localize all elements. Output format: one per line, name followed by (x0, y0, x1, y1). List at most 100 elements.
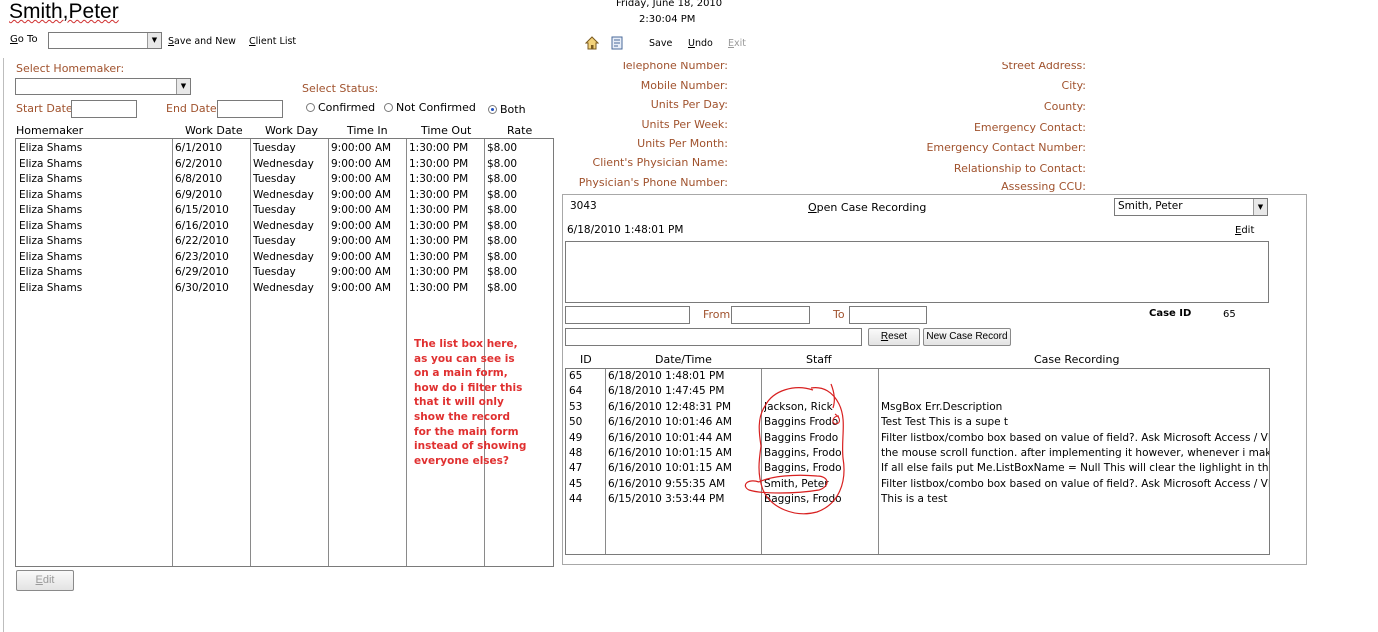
list-item[interactable]: 53 6/16/2010 12:48:31 PM Jackson, Rick MsgB… (566, 400, 1269, 416)
chevron-down-icon[interactable]: ▼ (1253, 199, 1267, 215)
physician-name-label: Client's Physician Name: (592, 156, 728, 169)
table-cell: $8.00 (487, 281, 518, 294)
start-date-field[interactable] (71, 100, 137, 118)
case-recording-listbox[interactable]: 65 6/18/2010 1:48:01 PM 64 6/18/2010 1:47:4… (565, 368, 1270, 555)
emergency-contact-label: Emergency Contact: (973, 121, 1086, 134)
exit-button[interactable]: Exit (728, 38, 746, 49)
list-item[interactable]: 48 6/16/2010 10:01:15 AM Baggins, Frodo the… (566, 446, 1269, 462)
table-row[interactable]: Eliza Shams 6/23/2010 Wednesday 9:00:00 AM 1… (16, 250, 553, 266)
table-cell: 6/15/2010 (175, 204, 229, 216)
reset-button[interactable]: Reset (868, 328, 920, 346)
table-cell: 6/2/2010 (175, 157, 223, 170)
search-text-field[interactable] (565, 306, 690, 324)
case-id-value: 65 (1223, 309, 1236, 320)
table-cell: Wednesday (253, 250, 314, 263)
table-cell: 1:30:00 PM (409, 281, 469, 294)
staff-combo-value: Smith, Peter (1118, 200, 1183, 212)
table-cell: $8.00 (487, 266, 518, 278)
col-header-homemaker: Homemaker (16, 124, 84, 137)
table-cell: 1:30:00 PM (409, 157, 469, 170)
edit-case-button[interactable]: Edit (1235, 225, 1254, 236)
table-cell: 6/16/2010 (175, 219, 229, 232)
list-item[interactable]: 49 6/16/2010 10:01:44 AM Baggins Frodo Filt… (566, 431, 1269, 447)
table-cell: $8.00 (487, 157, 518, 170)
table-cell: 9:00:00 AM (331, 281, 392, 294)
status-both-label: Both (500, 103, 526, 116)
table-cell: Test Test This is a supe t (881, 416, 1009, 429)
table-row[interactable]: Eliza Shams 6/29/2010 Tuesday 9:00:00 AM 1:3… (16, 265, 553, 281)
table-cell: 48 (569, 447, 583, 459)
client-list-button[interactable]: Client List (249, 36, 296, 47)
chevron-down-icon[interactable]: ▼ (147, 33, 161, 48)
table-cell: Eliza Shams (19, 157, 83, 170)
filter-text-field[interactable] (565, 328, 862, 346)
save-button[interactable]: Save (649, 38, 672, 49)
table-row[interactable]: Eliza Shams 6/30/2010 Wednesday 9:00:00 AM 1… (16, 281, 553, 297)
table-row[interactable]: Eliza Shams 6/1/2010 Tuesday 9:00:00 AM 1:30… (16, 141, 553, 157)
homemaker-combo[interactable]: ▼ (15, 78, 191, 95)
table-cell: Eliza Shams (19, 173, 83, 185)
table-cell: $8.00 (487, 250, 518, 263)
undo-button[interactable]: Undo (688, 38, 713, 49)
table-cell: 6/22/2010 (175, 235, 229, 247)
table-cell: 9:00:00 AM (331, 235, 392, 247)
start-date-label: Start Date: (16, 102, 77, 115)
table-cell: $8.00 (487, 204, 518, 216)
to-label: To (833, 308, 845, 321)
table-cell: Eliza Shams (19, 188, 83, 201)
case-number-value: 3043 (570, 200, 597, 212)
edit-schedule-button[interactable]: Edit (16, 570, 74, 591)
physician-phone-label: Physician's Phone Number: (578, 176, 728, 189)
table-row[interactable]: Eliza Shams 6/8/2010 Tuesday 9:00:00 AM 1:30… (16, 172, 553, 188)
goto-combo[interactable]: ▼ (48, 32, 162, 49)
col-header-id: ID (580, 353, 592, 366)
chevron-down-icon[interactable]: ▼ (176, 79, 190, 94)
table-row[interactable]: Eliza Shams 6/2/2010 Wednesday 9:00:00 AM 1:… (16, 157, 553, 173)
status-not-confirmed-radio[interactable] (384, 103, 393, 112)
table-cell: 6/1/2010 (175, 142, 223, 154)
new-case-record-button[interactable]: New Case Record (923, 328, 1011, 346)
table-cell: 47 (569, 462, 583, 475)
table-cell: Wednesday (253, 188, 314, 201)
table-row[interactable]: Eliza Shams 6/9/2010 Wednesday 9:00:00 AM 1:… (16, 188, 553, 204)
end-date-label: End Date: (166, 102, 221, 115)
status-both-radio[interactable] (488, 105, 497, 114)
table-row[interactable]: Eliza Shams 6/15/2010 Tuesday 9:00:00 AM 1:3… (16, 203, 553, 219)
units-per-week-label: Units Per Week: (641, 118, 729, 131)
table-cell: 6/30/2010 (175, 281, 229, 294)
staff-combo[interactable]: Smith, Peter ▼ (1114, 198, 1268, 216)
list-item[interactable]: 50 6/16/2010 10:01:46 AM Baggins Frodo Test… (566, 415, 1269, 431)
list-item[interactable]: 44 6/15/2010 3:53:44 PM Baggins, Frodo This… (566, 492, 1269, 508)
current-time: 2:30:04 PM (639, 14, 696, 25)
home-icon[interactable] (584, 36, 600, 50)
assessing-ccu-label: Assessing CCU: (1001, 180, 1086, 193)
list-item[interactable]: 64 6/18/2010 1:47:45 PM (566, 384, 1269, 400)
table-cell: Tuesday (253, 235, 296, 247)
open-case-recording-button[interactable]: Open Case Recording (808, 201, 926, 214)
col-header-time-out: Time Out (421, 124, 472, 137)
case-recording-textbox[interactable] (565, 241, 1269, 303)
report-icon[interactable] (611, 36, 624, 50)
table-cell: $8.00 (487, 235, 518, 247)
table-cell: 45 (569, 477, 583, 490)
table-cell: 50 (569, 416, 583, 429)
table-cell: 6/29/2010 (175, 266, 229, 278)
select-status-label: Select Status: (302, 82, 379, 95)
end-date-field[interactable] (217, 100, 283, 118)
to-date-field[interactable] (849, 306, 927, 324)
case-datetime-value: 6/18/2010 1:48:01 PM (567, 224, 684, 236)
table-cell: 6/9/2010 (175, 188, 223, 201)
from-date-field[interactable] (731, 306, 810, 324)
save-and-new-button[interactable]: Save and New (168, 36, 236, 47)
table-cell: the mouse scroll function. after impleme… (881, 447, 1269, 459)
table-cell: 49 (569, 431, 583, 444)
list-item[interactable]: 65 6/18/2010 1:48:01 PM (566, 369, 1269, 385)
list-item[interactable]: 47 6/16/2010 10:01:15 AM Baggins, Frodo If … (566, 461, 1269, 477)
list-item[interactable]: 45 6/16/2010 9:55:35 AM Smith, Peter Filter… (566, 477, 1269, 493)
table-cell: 65 (569, 370, 583, 382)
table-cell: Wednesday (253, 281, 314, 294)
table-row[interactable]: Eliza Shams 6/22/2010 Tuesday 9:00:00 AM 1:3… (16, 234, 553, 250)
goto-label: Go To (10, 34, 38, 45)
status-confirmed-radio[interactable] (306, 103, 315, 112)
table-row[interactable]: Eliza Shams 6/16/2010 Wednesday 9:00:00 AM 1… (16, 219, 553, 235)
